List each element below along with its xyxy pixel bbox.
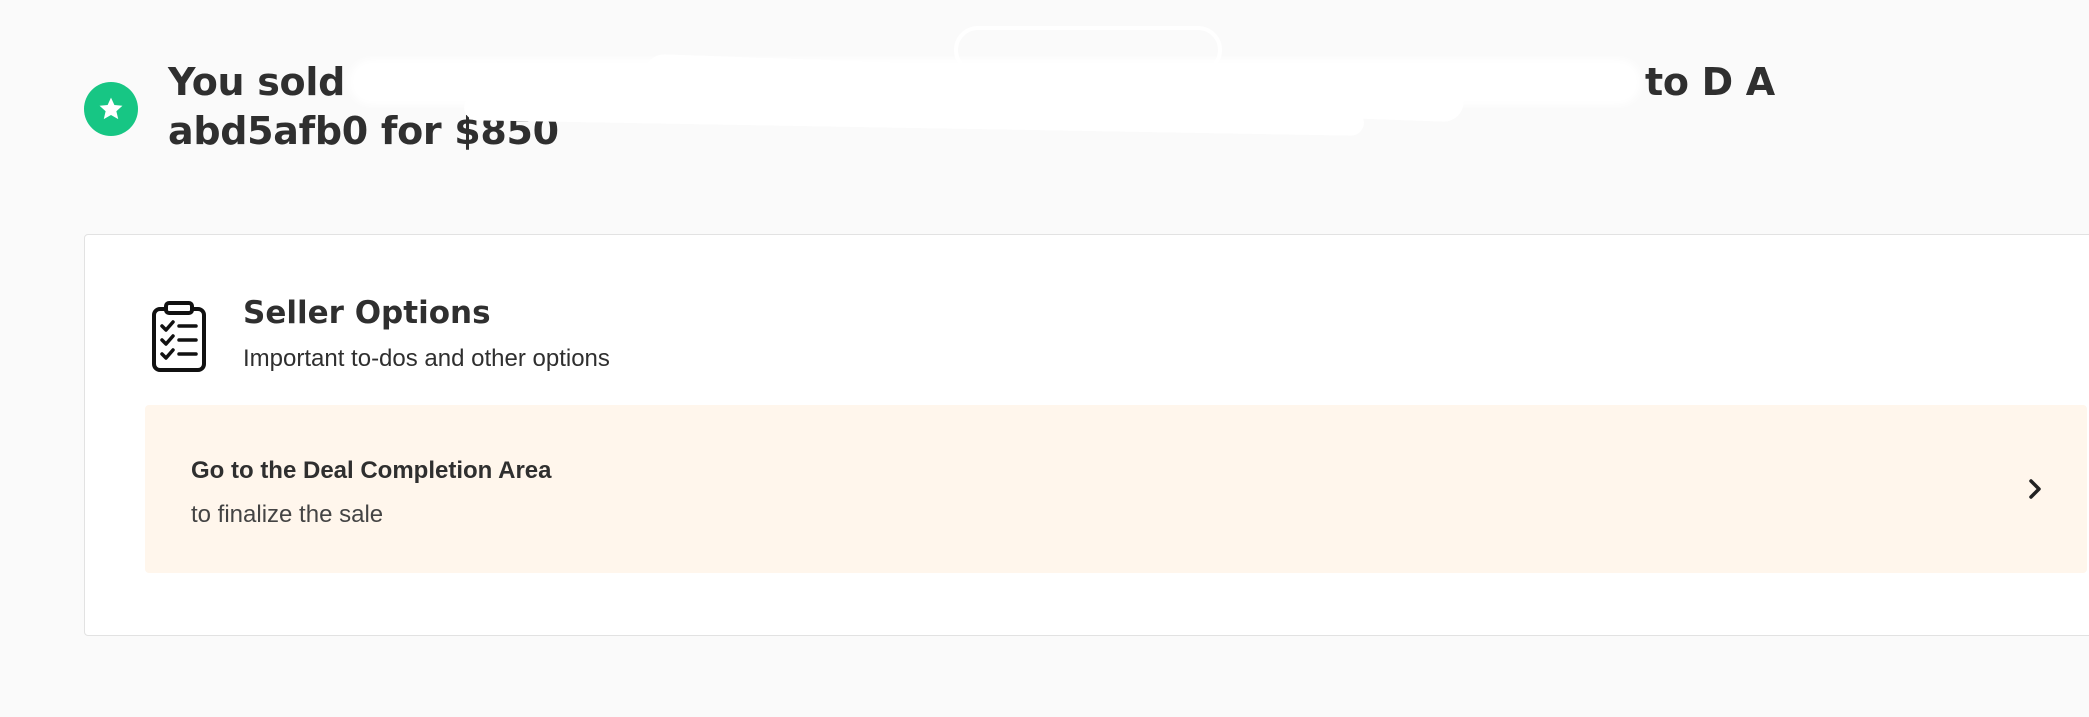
deal-completion-link[interactable]: Go to the Deal Completion Area to finali… bbox=[145, 405, 2087, 573]
clipboard-checklist-icon bbox=[151, 301, 207, 373]
seller-options-card: Seller Options Important to-dos and othe… bbox=[84, 234, 2089, 636]
chevron-right-icon bbox=[2021, 475, 2049, 503]
star-icon bbox=[84, 82, 138, 136]
deal-completion-subtitle: to finalize the sale bbox=[191, 501, 384, 528]
seller-options-title: Seller Options bbox=[243, 295, 491, 331]
page-header: You sold to D A abd5afb0 for $850 bbox=[84, 26, 2049, 168]
title-prefix: You sold bbox=[168, 60, 345, 104]
title-buyer: to D A bbox=[1644, 60, 1775, 104]
deal-completion-title: Go to the Deal Completion Area bbox=[191, 457, 552, 484]
seller-options-subtitle: Important to-dos and other options bbox=[243, 345, 610, 372]
